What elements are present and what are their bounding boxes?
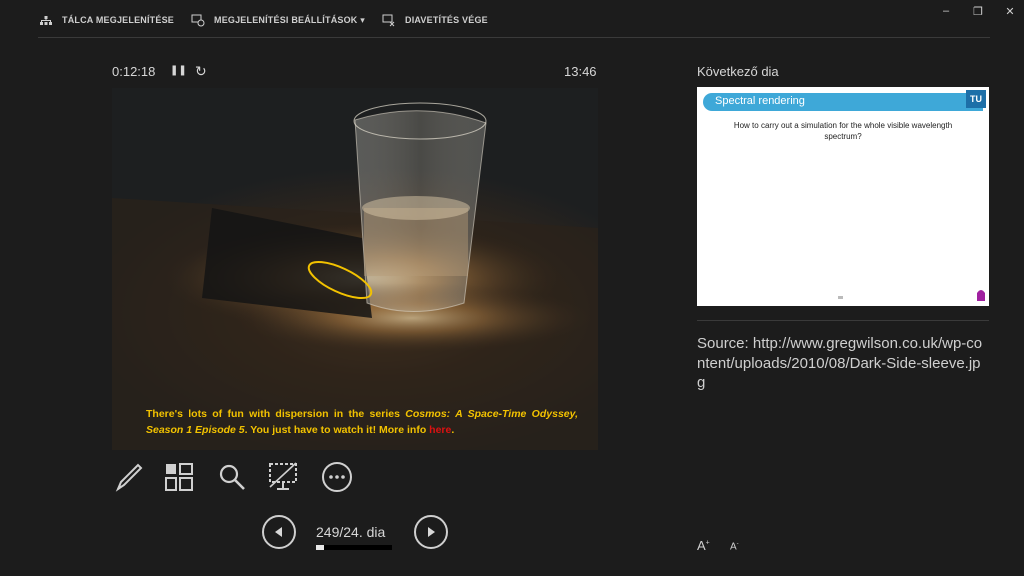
tu-logo-icon: TU [966,90,986,108]
caption-more-info-link[interactable]: here [429,424,451,436]
taskbar-icon [38,12,54,28]
magnifier-icon [219,464,245,490]
slide-caption: There's lots of fun with dispersion in t… [146,406,578,438]
minimize-button[interactable]: – [934,2,958,20]
next-slide-button[interactable] [414,515,448,549]
pen-tool-button[interactable] [112,460,146,494]
close-button[interactable]: ✕ [998,2,1022,20]
display-settings-label: MEGJELENÍTÉSI BEÁLLÍTÁSOK ▾ [214,14,365,25]
tu-logo-text: TU [970,94,982,104]
notes-divider [697,320,989,321]
display-settings-icon [190,12,206,28]
slide-progress-fill [316,545,324,550]
close-icon: ✕ [1005,5,1015,18]
screen-off-icon [269,462,297,490]
next-slide-body: How to carry out a simulation for the wh… [733,121,953,141]
increase-font-icon: A [697,538,706,553]
next-slide-footer-mark [838,296,843,299]
end-slideshow-label: DIAVETÍTÉS VÉGE [405,15,488,25]
caption-text-2: . You just have to watch it! More info [244,424,430,436]
restore-button[interactable]: ❐ [966,2,990,20]
next-slide-corner-icon [977,290,985,301]
decrease-font-button[interactable]: A- [730,541,739,552]
zoom-button[interactable] [215,460,249,494]
caption-text-1: There's lots of fun with dispersion in t… [146,408,406,420]
pen-icon [115,463,143,492]
decrease-font-icon: A [730,541,737,553]
next-slide-label: Következő dia [697,64,779,79]
slide-counter[interactable]: 249/24. dia [316,524,385,540]
clock: 13:46 [564,64,597,79]
previous-arrow-icon [275,527,282,537]
increase-font-button[interactable]: A+ [697,538,710,553]
toolbar-divider [38,37,990,38]
slide-photo [112,102,598,450]
elapsed-timer: 0:12:18 [112,64,156,79]
more-options-button[interactable] [320,460,354,494]
minimize-icon: – [942,5,950,17]
current-slide[interactable]: There's lots of fun with dispersion in t… [112,88,598,450]
see-all-slides-button[interactable] [162,460,196,494]
display-settings-button[interactable]: MEGJELENÍTÉSI BEÁLLÍTÁSOK ▾ [190,12,365,28]
end-slideshow-button[interactable]: DIAVETÍTÉS VÉGE [381,12,488,28]
show-taskbar-label: TÁLCA MEGJELENÍTÉSE [62,15,174,25]
restore-icon: ❐ [973,5,983,18]
more-options-icon [322,462,352,492]
previous-slide-button[interactable] [262,515,296,549]
show-taskbar-button[interactable]: TÁLCA MEGJELENÍTÉSE [38,12,174,28]
next-slide-thumbnail[interactable]: Spectral rendering How to carry out a si… [697,87,989,306]
slide-grid-icon [165,463,193,491]
reset-timer-icon[interactable]: ↻ [195,63,207,80]
next-slide-logo: TU [966,90,986,113]
end-slideshow-icon [381,12,397,28]
next-slide-title: Spectral rendering [715,95,805,107]
caption-text-end: . [451,424,455,436]
speaker-notes: Source: http://www.gregwilson.co.uk/wp-c… [697,335,983,391]
black-screen-button[interactable] [266,460,300,494]
slide-progress-bar [316,545,392,550]
pause-timer-icon[interactable]: ❚❚ [170,65,187,76]
next-arrow-icon [428,527,435,537]
